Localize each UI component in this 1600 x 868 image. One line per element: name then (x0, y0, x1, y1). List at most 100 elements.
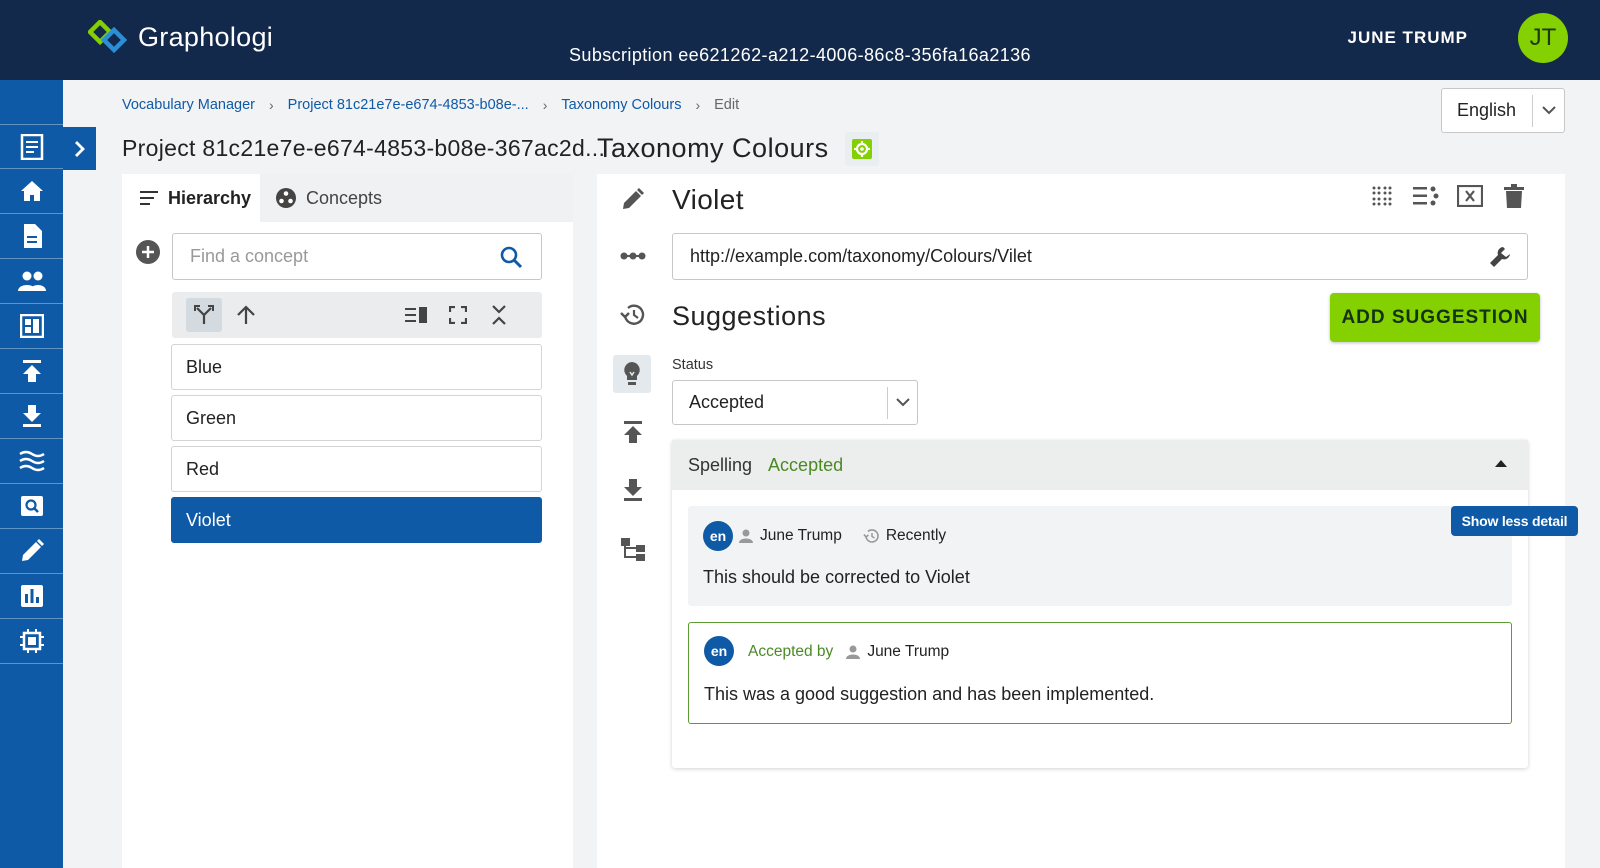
structure-button[interactable] (617, 533, 649, 565)
collapse-all-button[interactable] (481, 298, 517, 332)
tree-view-button[interactable] (186, 298, 222, 332)
sidebar-item-dashboard[interactable] (0, 304, 63, 349)
suggestion-card: Spelling Accepted en June Trump Recently… (672, 440, 1528, 768)
go-up-button[interactable] (228, 298, 264, 332)
caret-up-icon[interactable] (1494, 459, 1508, 468)
suggestions-button[interactable] (613, 355, 651, 393)
history-button[interactable] (617, 299, 649, 331)
sidebar-item-file[interactable] (0, 214, 63, 259)
response-author: June Trump (867, 643, 950, 660)
tooltip: Show less detail (1451, 506, 1578, 536)
language-badge: en (704, 636, 734, 666)
concept-item[interactable]: Green (171, 395, 542, 441)
user-name[interactable]: JUNE TRUMP (1347, 28, 1468, 48)
home-icon (20, 181, 43, 201)
sidebar-item-home[interactable] (0, 169, 63, 214)
history-icon (863, 529, 879, 543)
branch-icon (194, 305, 214, 324)
taxonomy-settings-button[interactable] (845, 132, 879, 166)
sidebar-item-edit[interactable] (0, 529, 63, 574)
sidebar-item-waves[interactable] (0, 439, 63, 484)
edit-button[interactable] (617, 183, 649, 215)
pencil-icon (623, 188, 644, 209)
breadcrumb-current: Edit (714, 97, 740, 113)
suggestion-type: Spelling (688, 454, 753, 475)
search-input[interactable] (173, 246, 493, 267)
concept-item[interactable]: Red (171, 446, 542, 492)
wrench-icon[interactable] (1473, 245, 1527, 269)
relations-button[interactable] (617, 240, 649, 272)
breadcrumb-separator-icon: › (695, 97, 701, 113)
suggestion-response: en Accepted by June Trump This was a goo… (688, 622, 1512, 724)
language-select[interactable]: English (1441, 88, 1565, 133)
comment-text: This should be corrected to Violet (703, 567, 970, 587)
sidebar-item-search-doc[interactable] (0, 484, 63, 529)
breadcrumb-taxonomy[interactable]: Taxonomy Colours (561, 97, 681, 113)
add-concept-button[interactable] (136, 240, 160, 269)
tab-hierarchy[interactable]: Hierarchy (122, 174, 260, 222)
concept-title: Violet (672, 184, 744, 215)
concept-search (172, 233, 542, 280)
sidebar-item-chart[interactable] (0, 574, 63, 619)
fullscreen-button[interactable] (440, 298, 476, 332)
sidebar-item-upload[interactable] (0, 349, 63, 394)
grid-dots-icon (1372, 186, 1392, 206)
close-concept-button[interactable] (1455, 181, 1485, 211)
taxonomy-title: Taxonomy Colours (597, 133, 829, 163)
side-panel-button[interactable] (398, 298, 434, 332)
relations-icon (620, 252, 646, 260)
response-text: This was a good suggestion and has been … (704, 684, 1155, 704)
concept-item[interactable]: Blue (171, 344, 542, 390)
chevron-right-icon (74, 140, 85, 157)
uri-field[interactable]: http://example.com/taxonomy/Colours/Vile… (672, 233, 1528, 280)
breadcrumb-project[interactable]: Project 81c21e7e-e674-4853-b08e-... (288, 97, 529, 113)
avatar[interactable]: JT (1518, 13, 1568, 63)
upload-icon (22, 360, 41, 382)
lightbulb-icon (624, 362, 640, 385)
panel-tabs: Hierarchy Concepts (122, 174, 573, 222)
status-value: Accepted (689, 392, 765, 412)
chevron-down-icon[interactable] (888, 398, 917, 407)
close-box-icon (1457, 185, 1483, 207)
upload-icon (624, 421, 642, 443)
uri-value: http://example.com/taxonomy/Colours/Vile… (690, 246, 1032, 266)
sidebar-item-download[interactable] (0, 394, 63, 439)
fullscreen-icon (449, 306, 467, 324)
search-doc-icon (20, 496, 43, 516)
concept-editor-panel: Violet http://example.com/taxonomy/Colou… (597, 174, 1565, 868)
suggestion-comment: en June Trump Recently This should be co… (688, 506, 1512, 606)
language-value: English (1457, 100, 1517, 120)
tab-concepts[interactable]: Concepts (276, 174, 382, 222)
breadcrumb-vocabulary-manager[interactable]: Vocabulary Manager (122, 97, 255, 113)
download-icon (624, 479, 642, 501)
concept-item-selected[interactable]: Violet (171, 497, 542, 543)
suggestion-header[interactable]: Spelling Accepted (672, 440, 1528, 490)
search-icon[interactable] (499, 245, 523, 269)
add-suggestion-button[interactable]: ADD SUGGESTION (1330, 293, 1540, 342)
comment-meta: June Trump Recently (739, 527, 946, 545)
top-bar: Graphologi Subscription ee621262-a212-40… (0, 0, 1600, 80)
dashboard-icon (19, 314, 44, 338)
suggestion-status: Accepted (768, 454, 844, 475)
pencil-icon (21, 539, 44, 561)
list-settings-icon (1413, 186, 1439, 206)
side-panel-icon (405, 307, 427, 323)
hierarchy-panel: Hierarchy Concepts Blue Green Red Viole (122, 174, 573, 868)
list-settings-button[interactable] (1411, 181, 1441, 211)
delete-button[interactable] (1499, 181, 1529, 211)
status-select[interactable]: Accepted (672, 380, 918, 425)
trash-icon (1504, 184, 1524, 208)
download-icon (22, 405, 41, 427)
collapse-icon (492, 305, 506, 325)
sidebar-item-chip[interactable] (0, 619, 63, 664)
person-icon (739, 529, 753, 543)
chevron-down-icon[interactable] (1533, 106, 1564, 115)
download-button[interactable] (617, 474, 649, 506)
grid-view-button[interactable] (1367, 181, 1397, 211)
sidebar-item-document[interactable] (0, 124, 63, 169)
sidebar-expand-button[interactable] (63, 127, 96, 170)
language-badge: en (703, 521, 733, 551)
upload-button[interactable] (617, 416, 649, 448)
structure-icon (621, 538, 645, 561)
sidebar-item-people[interactable] (0, 259, 63, 304)
